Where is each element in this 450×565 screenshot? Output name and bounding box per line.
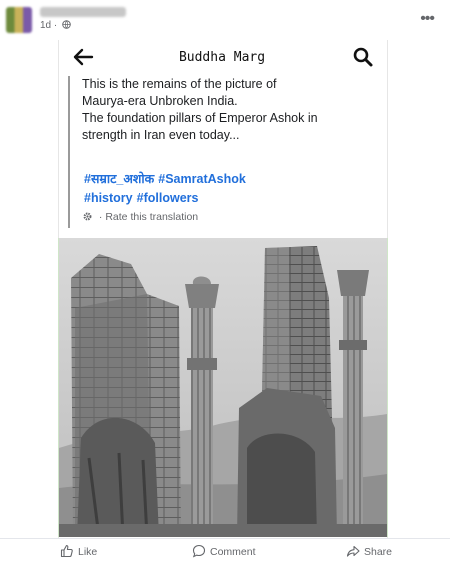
share-button[interactable]: Share [346, 544, 392, 558]
post-timestamp[interactable]: 1d [40, 20, 51, 31]
shared-app-title: Buddha Marg [178, 50, 266, 65]
post-text-line: The foundation pillars of Emperor Ashok … [82, 111, 318, 125]
post-header: 1d · ••• [0, 0, 450, 38]
share-label: Share [364, 546, 393, 558]
shared-app-bar: Buddha Marg [58, 42, 386, 72]
more-options-icon[interactable]: ••• [420, 10, 435, 28]
hashtag-link[interactable]: #SamratAshok [158, 172, 246, 186]
author-name-blurred[interactable] [40, 7, 126, 17]
rate-translation-link[interactable]: Rate this translation [105, 211, 198, 223]
like-button[interactable]: Like [60, 544, 97, 558]
post-meta: 1d · [40, 20, 71, 31]
post-text-line: strength in Iran even today... [82, 128, 240, 142]
ruins-photo[interactable] [58, 238, 388, 537]
post-text-line: This is the remains of the picture of [82, 77, 277, 91]
hashtags: #सम्राट_अशोक #SamratAshok #history #follow… [84, 170, 374, 208]
thumbs-up-icon [60, 544, 73, 558]
hashtag-link[interactable]: #history [84, 191, 133, 205]
hashtag-link[interactable]: #सम्राट_अशोक [84, 172, 154, 186]
separator-dot: · [98, 211, 103, 223]
hashtag-link[interactable]: #followers [137, 191, 199, 205]
comment-button[interactable]: Comment [192, 544, 256, 558]
search-icon [353, 47, 373, 67]
ruins-image [59, 238, 387, 537]
comment-label: Comment [210, 546, 256, 558]
post-text-line: Maurya-era Unbroken India. [82, 94, 238, 108]
gear-icon [83, 212, 92, 221]
post-action-bar: Like Comment Share [0, 538, 450, 565]
comment-icon [192, 544, 206, 558]
share-icon [346, 545, 360, 557]
translate-row: · Rate this translation [82, 211, 198, 223]
post-text: This is the remains of the picture of Ma… [82, 76, 382, 144]
avatar[interactable] [6, 7, 32, 33]
like-label: Like [78, 546, 98, 558]
globe-icon [62, 20, 71, 29]
